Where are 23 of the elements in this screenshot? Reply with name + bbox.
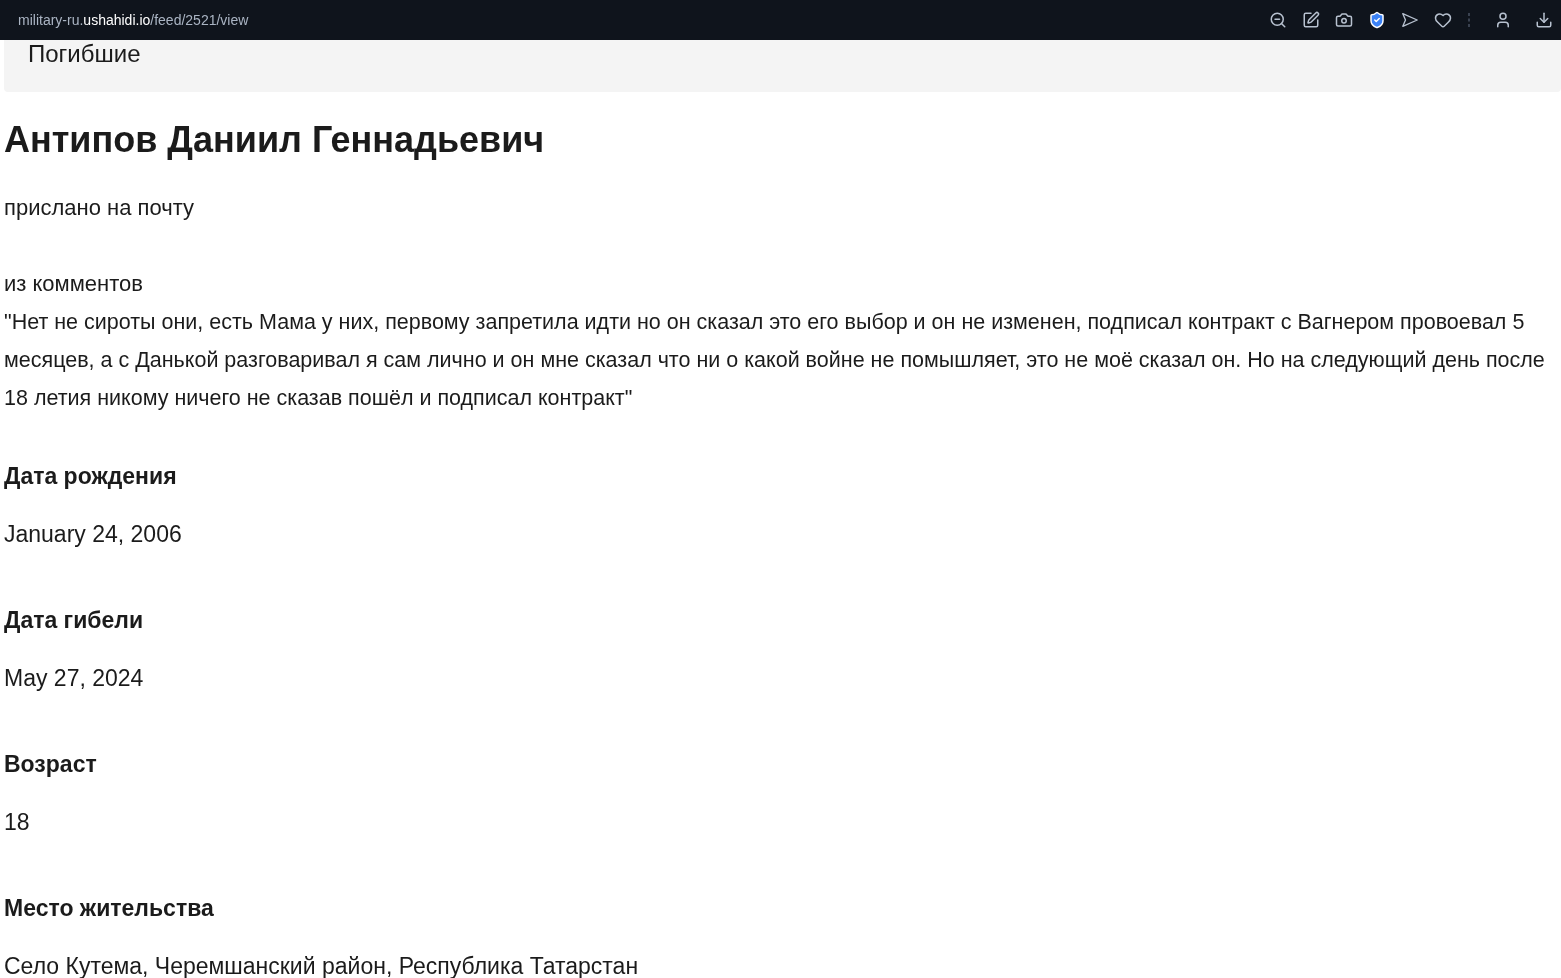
heart-icon[interactable] xyxy=(1434,11,1452,29)
field-value: January 24, 2006 xyxy=(4,520,183,549)
field-value: May 27, 2024 xyxy=(4,664,145,693)
send-icon[interactable] xyxy=(1401,11,1419,29)
field-value: Село Кутема, Черемшанский район, Республика Татарстан xyxy=(4,952,640,978)
comment-text: "Нет не сироты они, есть Мама у них, первому запретила идти но он сказал это его выбор и он не изменен, подписал контракт с Вагнером провоевал 5 месяцев, а с Данькой разговаривал я сам лично и он мне сказал что ни о какой войне не помышляет, это не моё сказал он. Но на следующий день после 18 летия никому ничего не сказав пошёл и подписал контракт" xyxy=(4,309,1546,412)
download-icon[interactable] xyxy=(1535,11,1553,29)
post-title: Антипов Даниил Геннадьевич xyxy=(4,118,546,162)
field-value: 18 xyxy=(4,808,31,837)
field-label: Возраст xyxy=(4,750,98,779)
category-label: Погибшие xyxy=(28,40,142,68)
camera-icon[interactable] xyxy=(1335,11,1353,29)
field-label: Дата гибели xyxy=(4,606,145,635)
field-label: Место жительства xyxy=(4,894,215,923)
edit-icon[interactable] xyxy=(1302,11,1320,29)
field-label: Дата рождения xyxy=(4,462,178,491)
url-text[interactable]: military-ru.ushahidi.io/feed/2521/view xyxy=(18,9,249,31)
profile-icon[interactable] xyxy=(1494,11,1512,29)
comment-heading: из комментов xyxy=(4,270,144,298)
source-text: прислано на почту xyxy=(4,194,195,222)
zoom-out-icon[interactable] xyxy=(1269,11,1287,29)
separator-icon xyxy=(1467,12,1471,28)
shield-check-icon[interactable] xyxy=(1368,11,1386,29)
